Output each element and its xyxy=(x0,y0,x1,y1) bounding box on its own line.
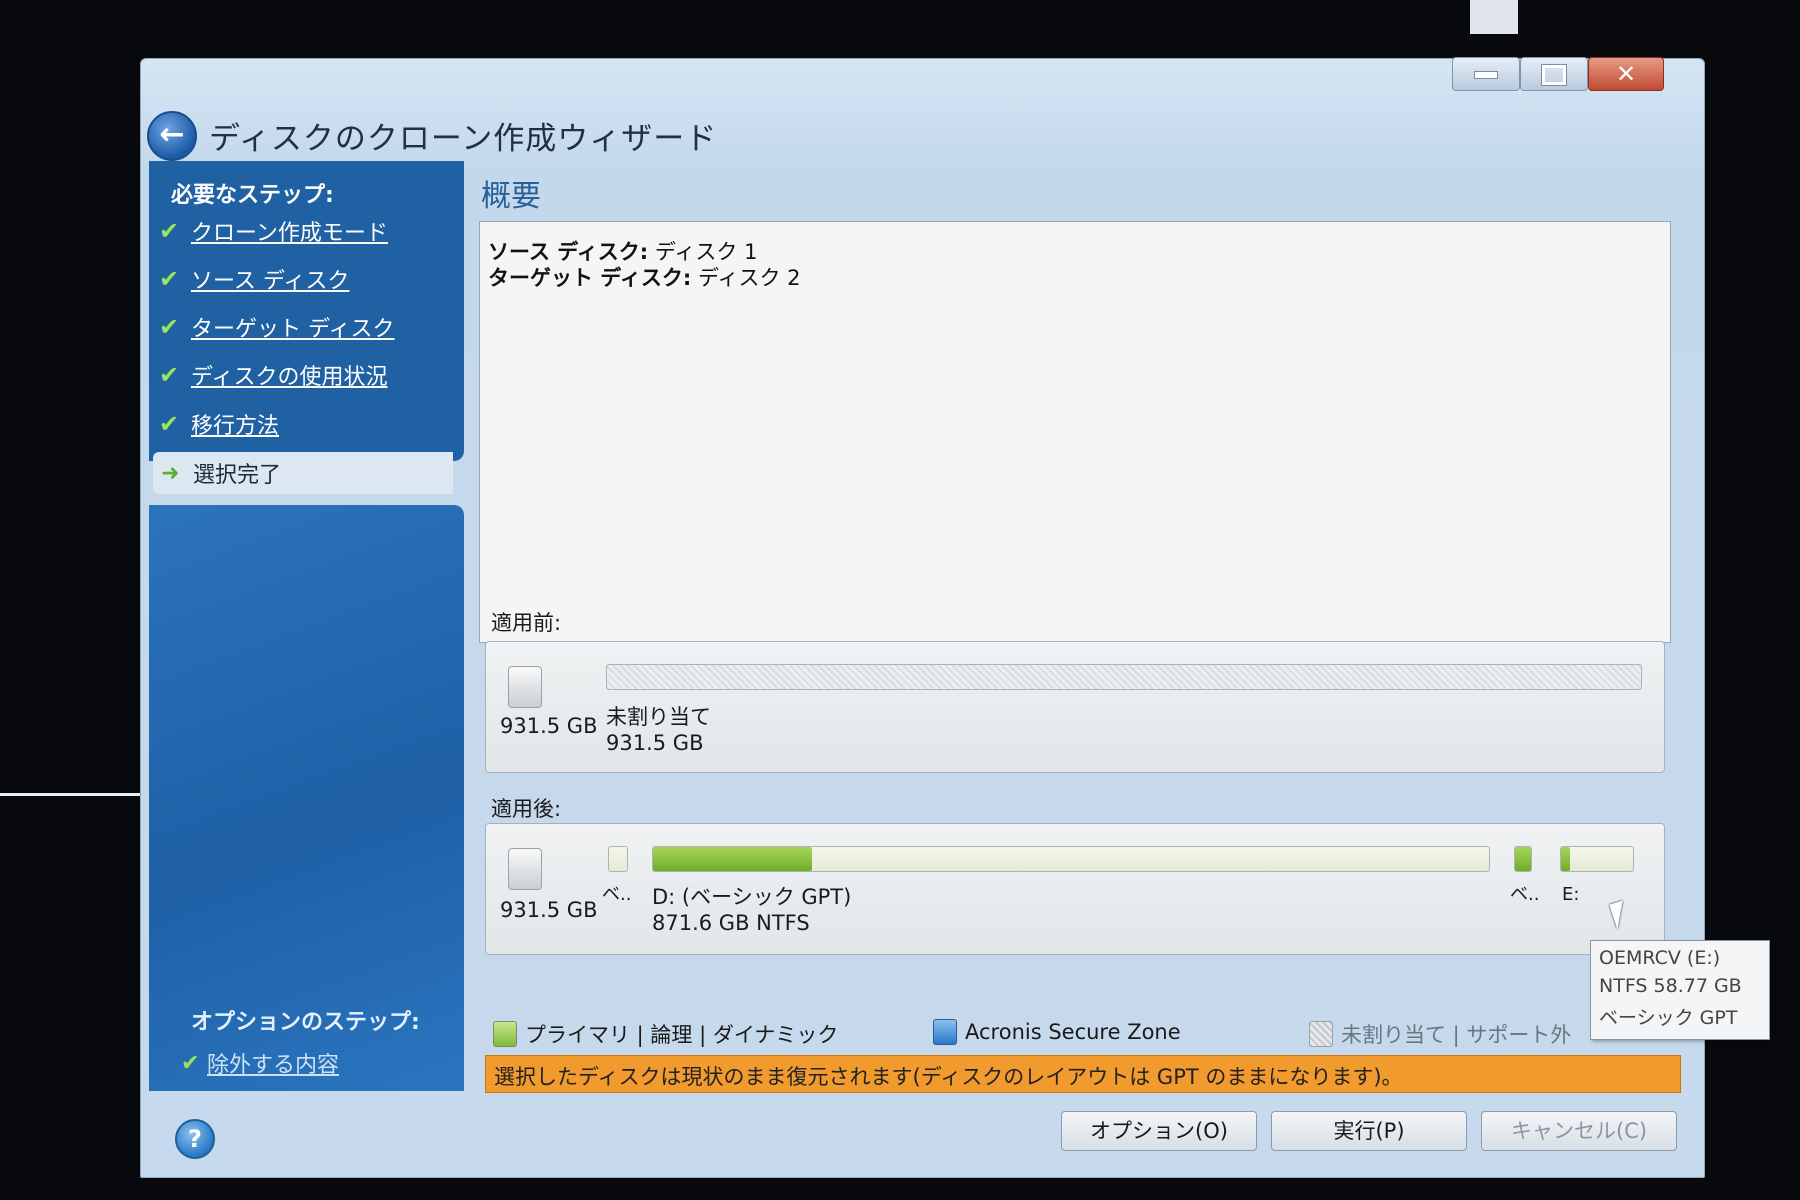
optional-steps-heading: オプションのステップ: xyxy=(191,1010,420,1035)
secure-zone-swatch xyxy=(933,1019,957,1045)
partition-size: 931.5 GB xyxy=(606,731,704,755)
target-disk-value: ディスク 2 xyxy=(697,266,801,290)
arrow-right-icon: ➜ xyxy=(161,460,180,486)
d-partition-usage-fill xyxy=(653,847,812,871)
close-button[interactable]: ✕ xyxy=(1588,57,1664,91)
checkmark-icon: ✔ xyxy=(159,410,180,438)
before-label: 適用前: xyxy=(491,611,562,635)
d-partition-detail: 871.6 GB NTFS xyxy=(652,911,810,935)
legend-secure-zone-label: Acronis Secure Zone xyxy=(965,1020,1181,1044)
step-label: ソース ディスク xyxy=(191,269,350,294)
legend-unallocated-label: 未割り当て | サポート外 xyxy=(1341,1023,1572,1047)
legend-primary: プライマリ | 論理 | ダイナミック xyxy=(493,1019,838,1049)
step-target-disk[interactable]: ✔ ターゲット ディスク xyxy=(159,309,394,345)
step-label: ディスクの使用状況 xyxy=(191,365,388,390)
legend-secure-zone: Acronis Secure Zone xyxy=(933,1019,1181,1045)
target-disk-label: ターゲット ディスク: xyxy=(488,266,692,290)
tooltip-line-1: OEMRCV (E:) xyxy=(1599,947,1721,969)
checkmark-icon: ✔ xyxy=(159,313,180,341)
cancel-button[interactable]: キャンセル(C) xyxy=(1481,1111,1677,1151)
required-steps-heading: 必要なステップ: xyxy=(171,183,334,208)
step-exclude-items[interactable]: ✔ 除外する内容 xyxy=(181,1047,339,1079)
step-label: ターゲット ディスク xyxy=(191,317,395,342)
execute-button[interactable]: 実行(P) xyxy=(1271,1111,1467,1151)
target-disk-line: ターゲット ディスク: ディスク 2 xyxy=(488,262,801,292)
step-label: クローン作成モード xyxy=(191,221,388,246)
partition-tooltip: OEMRCV (E:) NTFS 58.77 GB ベーシック GPT xyxy=(1590,940,1770,1040)
primary-swatch xyxy=(493,1021,517,1047)
help-button[interactable]: ? xyxy=(175,1119,215,1159)
warning-banner: 選択したディスクは現状のまま復元されます(ディスクのレイアウトは GPT のまま… xyxy=(485,1055,1681,1093)
after-label: 適用後: xyxy=(491,797,562,821)
e-partition-usage-fill xyxy=(1561,847,1570,871)
checkmark-icon: ✔ xyxy=(159,265,180,293)
minimize-icon xyxy=(1474,71,1498,79)
source-disk-label: ソース ディスク: xyxy=(488,240,649,264)
legend-unallocated: 未割り当て | サポート外 xyxy=(1309,1019,1571,1049)
after-disk-panel: 931.5 GB ベ.. D: (ベーシック GPT) 871.6 GB NTF… xyxy=(485,823,1665,955)
d-partition-name: D: (ベーシック GPT) xyxy=(652,885,852,909)
summary-panel: ソース ディスク: ディスク 1 ターゲット ディスク: ディスク 2 xyxy=(479,221,1671,643)
d-partition-bar[interactable] xyxy=(652,846,1490,872)
hard-disk-icon xyxy=(508,666,542,708)
disk-size: 931.5 GB xyxy=(500,714,598,738)
source-disk-value: ディスク 1 xyxy=(654,240,758,264)
right-small-partition-label: ベ.. xyxy=(1510,884,1540,905)
step-finish[interactable]: ➜ 選択完了 xyxy=(153,452,453,494)
warning-text: 選択したディスクは現状のまま復元されます(ディスクのレイアウトは GPT のまま… xyxy=(494,1065,1403,1089)
legend-primary-label: プライマリ | 論理 | ダイナミック xyxy=(525,1023,839,1047)
partition-name: 未割り当て xyxy=(606,705,711,729)
tooltip-line-3: ベーシック GPT xyxy=(1599,1007,1738,1029)
step-label: 選択完了 xyxy=(193,463,282,488)
maximize-icon xyxy=(1542,65,1566,85)
e-partition-label: E: xyxy=(1562,884,1580,905)
checkmark-icon: ✔ xyxy=(181,1050,200,1076)
checkmark-icon: ✔ xyxy=(159,361,180,389)
options-button[interactable]: オプション(O) xyxy=(1061,1111,1257,1151)
maximize-button[interactable] xyxy=(1520,57,1588,91)
window-title: ディスクのクローン作成ウィザード xyxy=(209,121,718,157)
unallocated-swatch xyxy=(1309,1021,1333,1047)
minimize-button[interactable] xyxy=(1452,57,1520,91)
step-clone-mode[interactable]: ✔ クローン作成モード xyxy=(159,213,388,249)
desktop-line xyxy=(0,793,150,796)
unallocated-partition-bar[interactable] xyxy=(606,664,1642,690)
right-small-partition-fill xyxy=(1515,847,1531,871)
step-migration-method[interactable]: ✔ 移行方法 xyxy=(159,406,279,442)
close-icon: ✕ xyxy=(1615,60,1637,88)
title-bar: ✕ ← ディスクのクローン作成ウィザード xyxy=(141,57,1704,161)
step-label: 除外する内容 xyxy=(207,1053,340,1078)
desktop-window-edge xyxy=(1470,0,1518,34)
step-label: 移行方法 xyxy=(191,414,280,439)
right-small-partition-bar[interactable] xyxy=(1514,846,1532,872)
page-title: 概要 xyxy=(481,179,541,214)
hard-disk-icon xyxy=(508,848,542,890)
before-disk-panel: 931.5 GB 未割り当て 931.5 GB xyxy=(485,641,1665,773)
help-icon: ? xyxy=(188,1125,202,1153)
disk-size: 931.5 GB xyxy=(500,898,598,922)
back-button[interactable]: ← xyxy=(147,111,197,161)
back-arrow-icon: ← xyxy=(159,117,185,152)
e-partition-bar[interactable] xyxy=(1560,846,1634,872)
wizard-window: ✕ ← ディスクのクローン作成ウィザード 必要なステップ: ✔ クローン作成モー… xyxy=(140,57,1705,1178)
small-partition-bar[interactable] xyxy=(608,846,628,872)
checkmark-icon: ✔ xyxy=(159,217,180,245)
small-partition-label: ベ.. xyxy=(602,884,632,905)
tooltip-line-2: NTFS 58.77 GB xyxy=(1599,975,1742,997)
step-disk-usage[interactable]: ✔ ディスクの使用状況 xyxy=(159,357,387,393)
step-source-disk[interactable]: ✔ ソース ディスク xyxy=(159,261,349,297)
